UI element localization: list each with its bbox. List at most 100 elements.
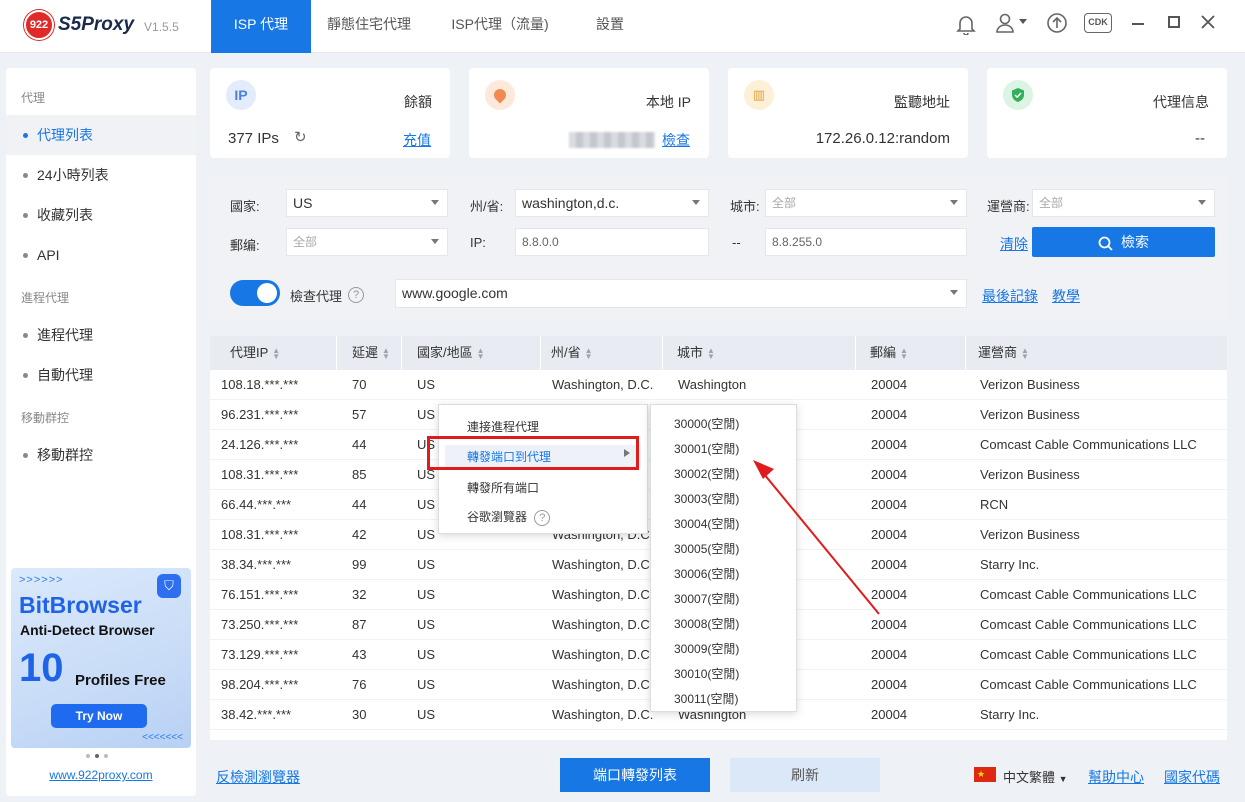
sidebar-item-proxy-list[interactable]: 代理列表 <box>6 115 196 155</box>
cell-country: US <box>417 587 436 602</box>
cell-proxy-ip: 73.129.***.*** <box>221 647 299 662</box>
column-country[interactable]: 國家/地區 ▲ ▼ <box>402 336 541 370</box>
port-option[interactable]: 30001(空閒) <box>674 440 739 457</box>
cell-latency: 43 <box>352 647 367 662</box>
cell-isp: Comcast Cable Communications LLC <box>980 677 1197 692</box>
cell-country: US <box>417 707 436 722</box>
sidebar-item-favorites[interactable]: 收藏列表 <box>6 195 196 235</box>
cell-state: Washington, D.C <box>552 617 650 632</box>
port-option[interactable]: 30006(空閒) <box>674 565 739 582</box>
bitbrowser-banner[interactable]: >>>>>> ⛉ BitBrowser Anti-Detect Browser … <box>11 568 191 748</box>
sidebar: 代理 代理列表 24小時列表 收藏列表 API 進程代理 進程代理 自動代理 移… <box>6 68 196 796</box>
user-menu-caret-icon[interactable] <box>1019 19 1027 24</box>
cell-isp: Comcast Cable Communications LLC <box>980 647 1197 662</box>
ip-to-input[interactable]: 8.8.255.0 <box>765 228 967 256</box>
isp-select[interactable]: 全部 <box>1032 189 1215 217</box>
local-ip-card: 本地 IP 檢查 <box>469 68 709 158</box>
tab-isp-traffic[interactable]: ISP代理（流量) <box>435 0 565 53</box>
column-latency[interactable]: 延遲 ▲ ▼ <box>337 336 402 370</box>
maximize-icon[interactable] <box>1168 16 1180 28</box>
port-option[interactable]: 30000(空閒) <box>674 415 739 432</box>
city-select[interactable]: 全部 <box>765 189 967 217</box>
china-flag-icon: ★ <box>974 767 996 782</box>
country-select[interactable]: US <box>286 189 448 217</box>
recharge-link[interactable]: 充值 <box>403 130 431 150</box>
bell-icon[interactable] <box>955 13 977 35</box>
banner-profiles: Profiles Free <box>75 672 166 689</box>
top-bar: 922 S5Proxy V1.5.5 ISP 代理 靜態住宅代理 ISP代理（流… <box>0 0 1245 53</box>
proxy-info-label: 代理信息 <box>1153 94 1209 110</box>
cell-proxy-ip: 98.204.***.*** <box>221 677 299 692</box>
cell-proxy-ip: 24.126.***.*** <box>221 437 299 452</box>
cell-isp: Verizon Business <box>980 467 1080 482</box>
table-header: 代理IP ▲ ▼ 延遲 ▲ ▼ 國家/地區 ▲ ▼ 州/省 ▲ ▼ 城市 ▲ ▼ 郵編 ▲ ▼ 運營商 ▲… <box>210 336 1227 370</box>
port-option[interactable]: 30008(空閒) <box>674 615 739 632</box>
column-isp[interactable]: 運營商 ▲ ▼ <box>966 336 1227 370</box>
refresh-button[interactable]: 刷新 <box>730 758 880 792</box>
menu-item-chrome-browser[interactable]: 谷歌瀏覽器 ? <box>467 508 551 526</box>
user-icon[interactable] <box>994 12 1016 34</box>
tab-static-residential[interactable]: 靜態住宅代理 <box>311 0 427 53</box>
port-option[interactable]: 30004(空閒) <box>674 515 739 532</box>
column-state[interactable]: 州/省 ▲ ▼ <box>541 336 663 370</box>
cell-latency: 30 <box>352 707 367 722</box>
app-logo: 922 S5Proxy V1.5.5 <box>24 10 179 40</box>
carousel-dots[interactable] <box>86 754 108 758</box>
menu-item-connect-process-proxy[interactable]: 連接進程代理 <box>467 418 539 435</box>
port-forward-list-button[interactable]: 端口轉發列表 <box>560 758 710 792</box>
port-option[interactable]: 30003(空閒) <box>674 490 739 507</box>
local-ip-masked-value <box>569 132 655 148</box>
check-url-select[interactable]: www.google.com <box>395 279 967 308</box>
sidebar-item-api[interactable]: API <box>6 235 196 275</box>
port-option[interactable]: 30011(空閒) <box>674 690 738 707</box>
port-option[interactable]: 30007(空閒) <box>674 590 739 607</box>
ip-from-input[interactable]: 8.8.0.0 <box>515 228 709 256</box>
zip-select[interactable]: 全部 <box>286 228 448 256</box>
cell-proxy-ip: 76.151.***.*** <box>221 587 299 602</box>
try-now-button[interactable]: Try Now <box>51 704 147 728</box>
cell-zip: 20004 <box>871 707 908 722</box>
banner-arrows: >>>>>> <box>19 574 64 586</box>
anti-detect-browser-link[interactable]: 反檢測瀏覽器 <box>216 767 300 787</box>
refresh-icon[interactable]: ↻ <box>294 128 307 146</box>
port-option[interactable]: 30009(空閒) <box>674 640 739 657</box>
menu-item-forward-all-ports[interactable]: 轉發所有端口 <box>467 479 539 496</box>
help-center-link[interactable]: 幫助中心 <box>1088 767 1144 787</box>
check-local-ip-link[interactable]: 檢查 <box>662 130 690 150</box>
country-code-link[interactable]: 國家代碼 <box>1164 767 1220 787</box>
listen-address-label: 監聽地址 <box>894 94 950 110</box>
shield-icon: ⛉ <box>157 574 181 598</box>
column-city[interactable]: 城市 ▲ ▼ <box>663 336 856 370</box>
cell-country: US <box>417 557 436 572</box>
cell-zip: 20004 <box>871 677 908 692</box>
sidebar-item-process-proxy[interactable]: 進程代理 <box>6 315 196 355</box>
upload-icon[interactable] <box>1046 12 1068 34</box>
tab-settings[interactable]: 設置 <box>580 0 640 53</box>
cell-latency: 44 <box>352 437 367 452</box>
state-select[interactable]: washington,d.c. <box>515 189 709 217</box>
column-proxy-ip[interactable]: 代理IP ▲ ▼ <box>210 336 337 370</box>
sidebar-item-auto-proxy[interactable]: 自動代理 <box>6 355 196 395</box>
tab-isp-proxy[interactable]: ISP 代理 <box>211 0 311 53</box>
minimize-icon[interactable] <box>1132 23 1144 25</box>
port-option[interactable]: 30002(空閒) <box>674 465 739 482</box>
port-option[interactable]: 30005(空閒) <box>674 540 739 557</box>
check-proxy-toggle[interactable] <box>230 280 280 306</box>
search-button[interactable]: 檢索 <box>1032 227 1215 257</box>
clear-link[interactable]: 清除 <box>1000 234 1028 254</box>
sidebar-item-24h-list[interactable]: 24小時列表 <box>6 155 196 195</box>
port-option[interactable]: 30010(空閒) <box>674 665 739 682</box>
cell-country: US <box>417 377 436 392</box>
cell-latency: 99 <box>352 557 367 572</box>
close-icon[interactable] <box>1201 15 1215 29</box>
column-zip[interactable]: 郵編 ▲ ▼ <box>856 336 966 370</box>
table-row[interactable]: 108.18.***.*** 70 US Washington, D.C. Washin… <box>210 370 1227 400</box>
help-icon[interactable]: ? <box>348 287 364 303</box>
website-link[interactable]: www.922proxy.com <box>6 768 196 782</box>
cdk-icon[interactable]: CDK <box>1084 13 1112 33</box>
language-select[interactable]: 中文繁體 ▼ <box>1003 767 1068 786</box>
shield-check-icon <box>1003 80 1033 110</box>
sidebar-item-mobile-control[interactable]: 移動群控 <box>6 435 196 475</box>
last-record-link[interactable]: 最後記錄 <box>982 286 1038 306</box>
tutorial-link[interactable]: 教學 <box>1052 286 1080 306</box>
